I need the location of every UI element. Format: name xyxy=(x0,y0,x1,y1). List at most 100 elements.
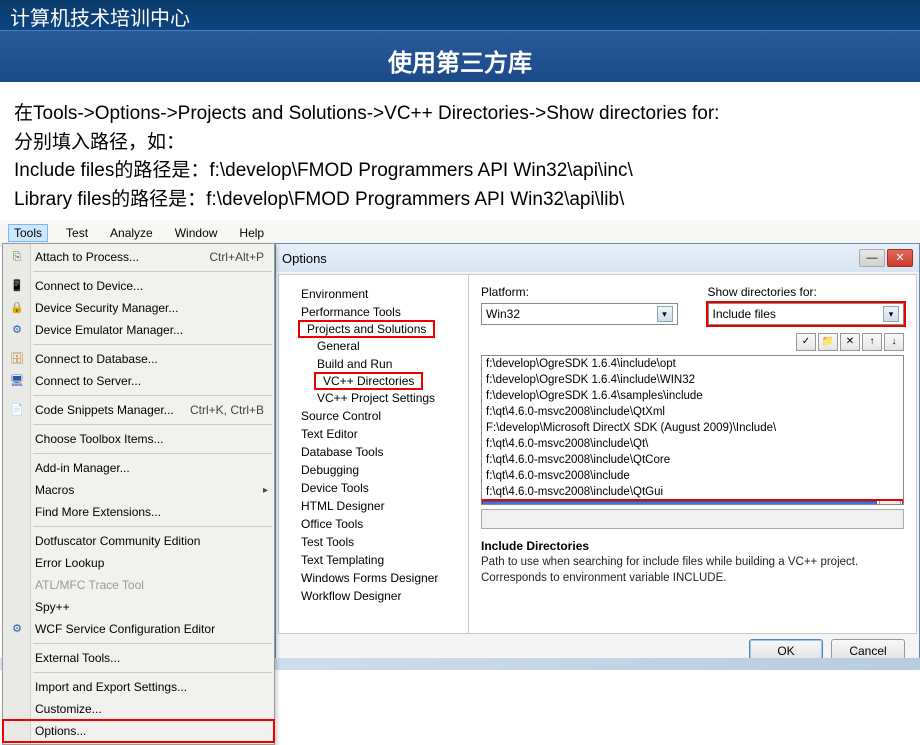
platform-value: Win32 xyxy=(486,307,520,321)
menu-test[interactable]: Test xyxy=(62,224,92,242)
tree-performance[interactable]: Performance Tools xyxy=(279,303,468,321)
tree-workflow[interactable]: Workflow Designer xyxy=(279,587,468,605)
move-up-button[interactable]: ↑ xyxy=(862,333,882,351)
menu-item-macros[interactable]: Macros xyxy=(3,479,274,501)
menu-tools[interactable]: Tools xyxy=(8,224,48,242)
menu-separator xyxy=(33,344,272,345)
database-icon: 🗄 xyxy=(9,351,25,367)
tree-device-tools[interactable]: Device Tools xyxy=(279,479,468,497)
menu-item-wcf-config[interactable]: ⚙ WCF Service Configuration Editor xyxy=(3,618,274,640)
menu-separator xyxy=(33,271,272,272)
tree-vc-directories[interactable]: VC++ Directories xyxy=(315,373,422,389)
selected-path-row[interactable]: f:\develop\FMOD Programmers API Win32\ap… xyxy=(482,500,903,505)
path-entry[interactable]: f:\develop\OgreSDK 1.6.4\include\WIN32 xyxy=(482,372,903,388)
tree-html-designer[interactable]: HTML Designer xyxy=(279,497,468,515)
emulator-icon: ⚙ xyxy=(9,322,25,338)
tree-general[interactable]: General xyxy=(279,337,468,355)
path-entry[interactable]: f:\qt\4.6.0-msvc2008\include\Qt\ xyxy=(482,436,903,452)
menu-analyze[interactable]: Analyze xyxy=(106,224,157,242)
tree-wfd[interactable]: Windows Forms Designer xyxy=(279,569,468,587)
menu-item-code-snippets[interactable]: 📄 Code Snippets Manager... Ctrl+K, Ctrl+… xyxy=(3,399,274,421)
delete-line-button[interactable]: ✕ xyxy=(840,333,860,351)
confirm-button[interactable]: ✓ xyxy=(796,333,816,351)
menu-item-options[interactable]: Options... xyxy=(3,720,274,742)
path-entry[interactable]: f:\develop\OgreSDK 1.6.4\include\opt xyxy=(482,356,903,372)
instruction-line-1: 在Tools->Options->Projects and Solutions-… xyxy=(14,100,906,129)
chevron-down-icon: ▾ xyxy=(883,306,899,322)
minimize-button[interactable]: — xyxy=(859,249,885,267)
menu-item-connect-server[interactable]: 🖥 Connect to Server... xyxy=(3,370,274,392)
menu-item-find-extensions[interactable]: Find More Extensions... xyxy=(3,501,274,523)
path-entry[interactable]: f:\qt\4.6.0-msvc2008\include\QtCore xyxy=(482,452,903,468)
show-directories-value: Include files xyxy=(713,307,776,321)
directory-list[interactable]: f:\develop\OgreSDK 1.6.4\include\opt f:\… xyxy=(481,355,904,505)
tree-build-run[interactable]: Build and Run xyxy=(279,355,468,373)
menu-item-import-export[interactable]: Import and Export Settings... xyxy=(3,676,274,698)
horizontal-scrollbar[interactable] xyxy=(481,509,904,529)
tree-environment[interactable]: Environment xyxy=(279,285,468,303)
tree-office-tools[interactable]: Office Tools xyxy=(279,515,468,533)
menu-item-device-emulator[interactable]: ⚙ Device Emulator Manager... xyxy=(3,319,274,341)
menu-help[interactable]: Help xyxy=(235,224,268,242)
tree-text-editor[interactable]: Text Editor xyxy=(279,425,468,443)
path-entry[interactable]: f:\qt\4.6.0-msvc2008\include xyxy=(482,468,903,484)
path-entry[interactable]: F:\develop\Microsoft DirectX SDK (August… xyxy=(482,420,903,436)
menu-item-connect-database[interactable]: 🗄 Connect to Database... xyxy=(3,348,274,370)
menu-item-spy[interactable]: Spy++ xyxy=(3,596,274,618)
menu-item-customize[interactable]: Customize... xyxy=(3,698,274,720)
tree-text-templating[interactable]: Text Templating xyxy=(279,551,468,569)
menu-item-choose-toolbox[interactable]: Choose Toolbox Items... xyxy=(3,428,274,450)
browse-button[interactable]: ... xyxy=(879,500,901,505)
tree-vc-project-settings[interactable]: VC++ Project Settings xyxy=(279,389,468,407)
instruction-line-3: Include files的路径是：f:\develop\FMOD Progra… xyxy=(14,157,906,186)
tree-source-control[interactable]: Source Control xyxy=(279,407,468,425)
path-entry[interactable]: f:\qt\4.6.0-msvc2008\include\QtXml xyxy=(482,404,903,420)
attach-icon: ⎘ xyxy=(9,249,25,265)
move-down-button[interactable]: ↓ xyxy=(884,333,904,351)
menu-window[interactable]: Window xyxy=(171,224,222,242)
path-entry[interactable]: f:\qt\4.6.0-msvc2008\include\QtGui xyxy=(482,484,903,500)
close-button[interactable]: ✕ xyxy=(887,249,913,267)
wcf-icon: ⚙ xyxy=(9,621,25,637)
tree-database-tools[interactable]: Database Tools xyxy=(279,443,468,461)
new-line-button[interactable]: 📁 xyxy=(818,333,838,351)
menu-item-attach-to-process[interactable]: ⎘ Attach to Process... Ctrl+Alt+P xyxy=(3,246,274,268)
tree-debugging[interactable]: Debugging xyxy=(279,461,468,479)
platform-combo[interactable]: Win32 ▾ xyxy=(481,303,678,325)
menu-separator xyxy=(33,672,272,673)
show-directories-label: Show directories for: xyxy=(708,285,905,299)
menu-item-error-lookup[interactable]: Error Lookup xyxy=(3,552,274,574)
platform-label: Platform: xyxy=(481,285,678,299)
menu-separator xyxy=(33,395,272,396)
slide-instructions: 在Tools->Options->Projects and Solutions-… xyxy=(0,82,920,220)
menu-item-addin-manager[interactable]: Add-in Manager... xyxy=(3,457,274,479)
security-icon: 🔒 xyxy=(9,300,25,316)
menu-separator xyxy=(33,526,272,527)
device-icon: 📱 xyxy=(9,278,25,294)
dialog-titlebar: Options — ✕ xyxy=(276,244,919,272)
menu-item-dotfuscator[interactable]: Dotfuscator Community Edition xyxy=(3,530,274,552)
menu-item-connect-to-device[interactable]: 📱 Connect to Device... xyxy=(3,275,274,297)
tools-dropdown-menu: ⎘ Attach to Process... Ctrl+Alt+P 📱 Conn… xyxy=(2,243,275,745)
options-right-pane: Platform: Win32 ▾ Show directories for: … xyxy=(469,275,916,633)
tree-test-tools[interactable]: Test Tools xyxy=(279,533,468,551)
chevron-down-icon: ▾ xyxy=(657,306,673,322)
server-icon: 🖥 xyxy=(9,373,25,389)
dialog-title-text: Options xyxy=(282,251,327,266)
options-tree[interactable]: Environment Performance Tools Projects a… xyxy=(279,275,469,633)
visual-studio-screenshot: Tools Test Analyze Window Help ⎘ Attach … xyxy=(0,220,920,670)
instruction-line-2: 分别填入路径，如： xyxy=(14,129,906,158)
menu-separator xyxy=(33,643,272,644)
slide-org-header: 计算机技术培训中心 xyxy=(0,0,920,30)
tree-projects-solutions[interactable]: Projects and Solutions xyxy=(299,321,434,337)
menu-item-device-security[interactable]: 🔒 Device Security Manager... xyxy=(3,297,274,319)
org-name: 计算机技术培训中心 xyxy=(10,8,190,30)
path-entry[interactable]: f:\develop\OgreSDK 1.6.4\samples\include xyxy=(482,388,903,404)
menu-item-external-tools[interactable]: External Tools... xyxy=(3,647,274,669)
show-directories-combo[interactable]: Include files ▾ xyxy=(708,303,905,325)
description-body: Path to use when searching for include f… xyxy=(481,555,904,586)
selected-path-input[interactable]: f:\develop\FMOD Programmers API Win32\ap… xyxy=(482,501,877,505)
menu-separator xyxy=(33,424,272,425)
menu-item-atl-mfc-trace: ATL/MFC Trace Tool xyxy=(3,574,274,596)
slide-title: 使用第三方库 xyxy=(0,30,920,82)
